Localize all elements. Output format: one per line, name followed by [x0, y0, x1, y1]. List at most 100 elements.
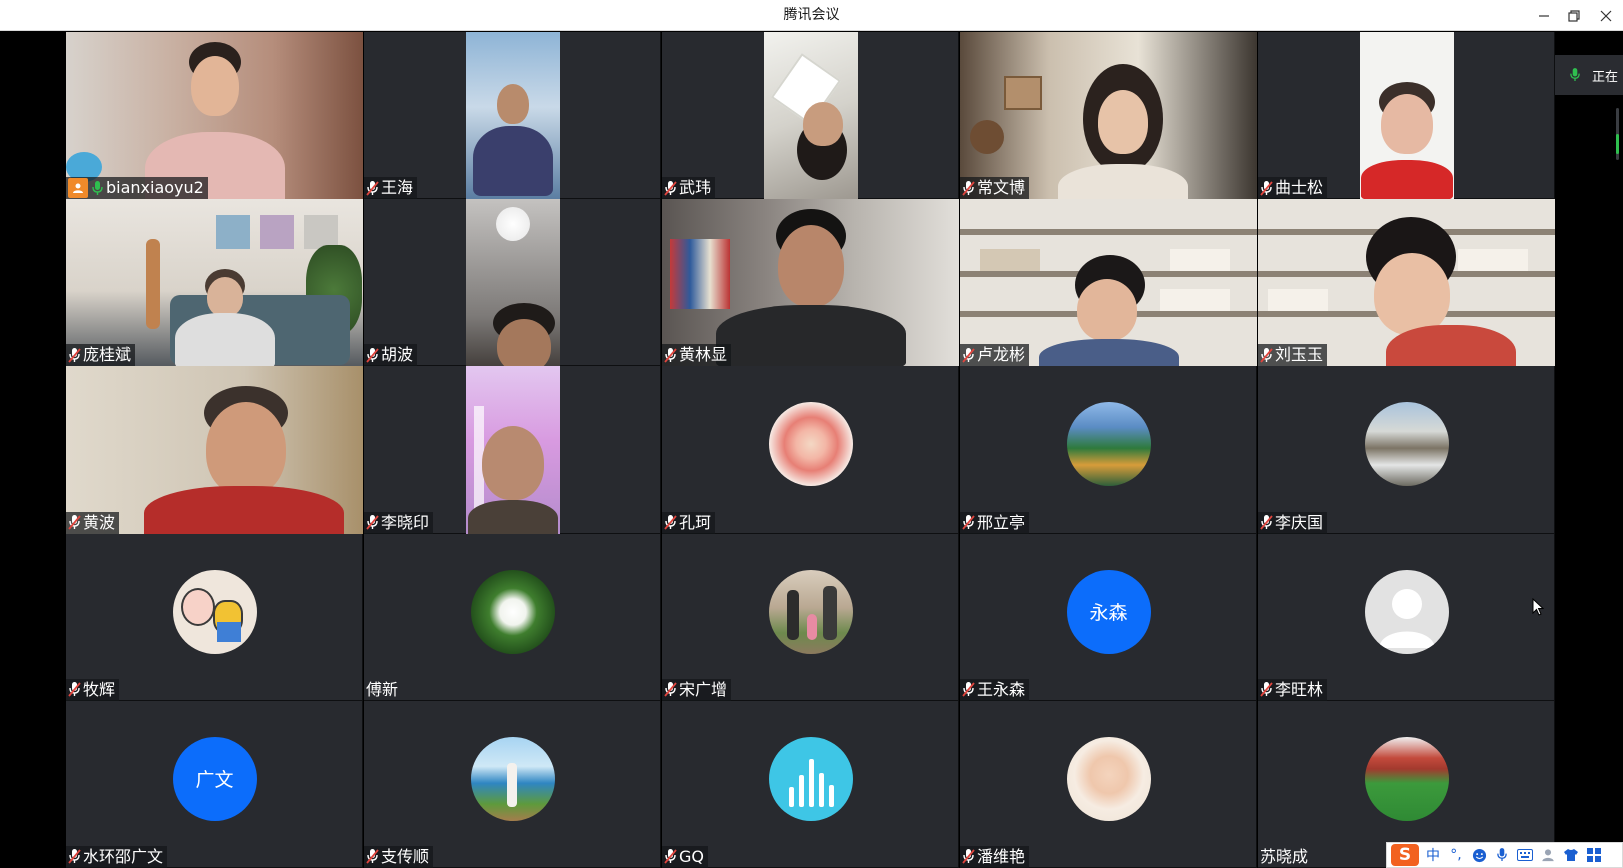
participant-name-bar: 水环邵广文	[66, 845, 168, 868]
default-user-icon	[1378, 588, 1435, 648]
participant-name: bianxiaoyu2	[106, 178, 204, 198]
participant-tile[interactable]: 李晓印	[364, 366, 661, 534]
participant-name-bar: 李庆国	[1258, 511, 1328, 534]
title-bar: 腾讯会议	[0, 0, 1623, 31]
participant-name-bar: 常文博	[960, 177, 1030, 200]
video-feed	[465, 366, 560, 534]
participant-name-bar: 胡波	[364, 344, 418, 367]
participant-name: 常文博	[977, 178, 1026, 198]
scrollbar[interactable]	[1616, 108, 1619, 160]
mic-muted-icon	[366, 347, 379, 363]
participant-tile[interactable]: 李旺林	[1258, 533, 1555, 701]
participant-name-bar: 孔珂	[662, 511, 716, 534]
participant-name: 黄波	[83, 512, 116, 532]
participant-name-bar: GQ	[662, 845, 708, 868]
participant-tile[interactable]: 广文 水环邵广文	[66, 700, 363, 868]
participant-tile[interactable]: 支传顺	[364, 700, 661, 868]
participant-name: 王永森	[977, 679, 1026, 699]
restore-button[interactable]	[1556, 0, 1592, 31]
flower-avatar	[768, 402, 853, 487]
participant-name-bar: 王海	[364, 177, 418, 200]
mic-muted-icon	[962, 515, 975, 530]
participant-name-bar: 曲士松	[1258, 177, 1328, 200]
participant-name: 刘玉玉	[1275, 345, 1324, 365]
participant-tile[interactable]: 刘玉玉	[1258, 199, 1555, 367]
lotus-avatar	[470, 569, 555, 654]
ime-toolbar: S 中 °,	[1386, 842, 1623, 868]
mic-muted-icon	[664, 180, 677, 196]
participant-name: 李晓印	[381, 512, 430, 532]
keyboard-icon[interactable]	[1516, 846, 1534, 864]
user-account-icon[interactable]	[1539, 846, 1557, 864]
participant-tile[interactable]: 宋广增	[662, 533, 959, 701]
video-feed	[66, 199, 363, 367]
participant-tile[interactable]: 曲士松	[1258, 32, 1555, 200]
participant-tile[interactable]: 胡波	[364, 199, 661, 367]
speaking-panel[interactable]: 正在	[1555, 55, 1623, 95]
mic-muted-icon	[1260, 180, 1273, 196]
cartoon-avatar	[172, 569, 257, 654]
ime-mode-toggle[interactable]: 中	[1424, 846, 1442, 864]
participant-name-bar: 庞桂斌	[66, 344, 136, 367]
participant-tile[interactable]: 武玮	[662, 32, 959, 200]
participant-name: 胡波	[381, 345, 414, 365]
participant-name: 王海	[381, 178, 414, 198]
participant-tile[interactable]: 常文博	[960, 32, 1257, 200]
participant-name: 苏晓成	[1260, 846, 1309, 866]
voice-input-icon[interactable]	[1493, 846, 1511, 864]
participant-name: 李旺林	[1275, 679, 1324, 699]
toolbox-grid-icon[interactable]	[1585, 846, 1603, 864]
participant-name: GQ	[679, 846, 704, 866]
sogou-logo-icon[interactable]: S	[1391, 844, 1419, 866]
close-button[interactable]	[1588, 0, 1623, 31]
mic-muted-icon	[1260, 347, 1273, 363]
ime-punctuation-toggle[interactable]: °,	[1447, 846, 1465, 864]
participant-name-bar: 武玮	[662, 177, 716, 200]
participant-tile[interactable]: 牧辉	[66, 533, 363, 701]
participant-tile[interactable]: 永森 王永森	[960, 533, 1257, 701]
participant-name: 水环邵广文	[83, 846, 164, 866]
participant-tile[interactable]: 邢立亭	[960, 366, 1257, 534]
mic-muted-icon	[68, 849, 81, 865]
participant-tile[interactable]: 庞桂斌	[66, 199, 363, 367]
participant-tile[interactable]: 黄波	[66, 366, 363, 534]
participant-tile[interactable]: 卢龙彬	[960, 199, 1257, 367]
lake-avatar	[470, 736, 555, 821]
participant-tile[interactable]: 黄林显	[662, 199, 959, 367]
mic-active-icon	[92, 180, 103, 195]
emoji-icon[interactable]	[1470, 846, 1488, 864]
participant-tile[interactable]: 王海	[364, 32, 661, 200]
video-feed	[465, 32, 560, 200]
mic-muted-icon	[664, 682, 677, 697]
participant-name-bar: 邢立亭	[960, 511, 1030, 534]
participant-name: 庞桂斌	[83, 345, 132, 365]
initials-avatar: 永森	[1066, 569, 1151, 654]
participant-name-bar: 黄林显	[662, 344, 732, 367]
default-user-avatar	[1364, 569, 1449, 654]
mic-muted-icon	[68, 515, 81, 530]
participant-tile[interactable]: bianxiaoyu2	[66, 32, 363, 200]
participant-name-bar: 王永森	[960, 678, 1030, 701]
meeting-window: 腾讯会议 bianxiaoyu2 王海 武玮 常文博 曲士松 庞桂斌 胡波 黄林…	[0, 0, 1623, 868]
video-feed	[960, 32, 1257, 200]
participant-tile[interactable]: 孔珂	[662, 366, 959, 534]
participant-name-bar: 黄波	[66, 511, 120, 534]
participant-tile[interactable]: GQ	[662, 700, 959, 868]
video-feed	[465, 199, 560, 367]
participant-name-bar: 刘玉玉	[1258, 344, 1328, 367]
participant-name-bar: 宋广增	[662, 678, 732, 701]
mic-muted-icon	[1260, 682, 1273, 697]
mic-muted-icon	[664, 849, 677, 865]
mic-muted-icon	[962, 347, 975, 363]
participant-tile[interactable]: 潘维艳	[960, 700, 1257, 868]
participant-name: 卢龙彬	[977, 345, 1026, 365]
mic-muted-icon	[1260, 515, 1273, 530]
participant-tile[interactable]: 李庆国	[1258, 366, 1555, 534]
participant-name: 黄林显	[679, 345, 728, 365]
mic-muted-icon	[366, 180, 379, 196]
participant-tile[interactable]: 傅新	[364, 533, 661, 701]
participant-name: 武玮	[679, 178, 712, 198]
video-feed	[662, 199, 959, 367]
user-icon	[68, 178, 88, 199]
skin-shirt-icon[interactable]	[1562, 846, 1580, 864]
